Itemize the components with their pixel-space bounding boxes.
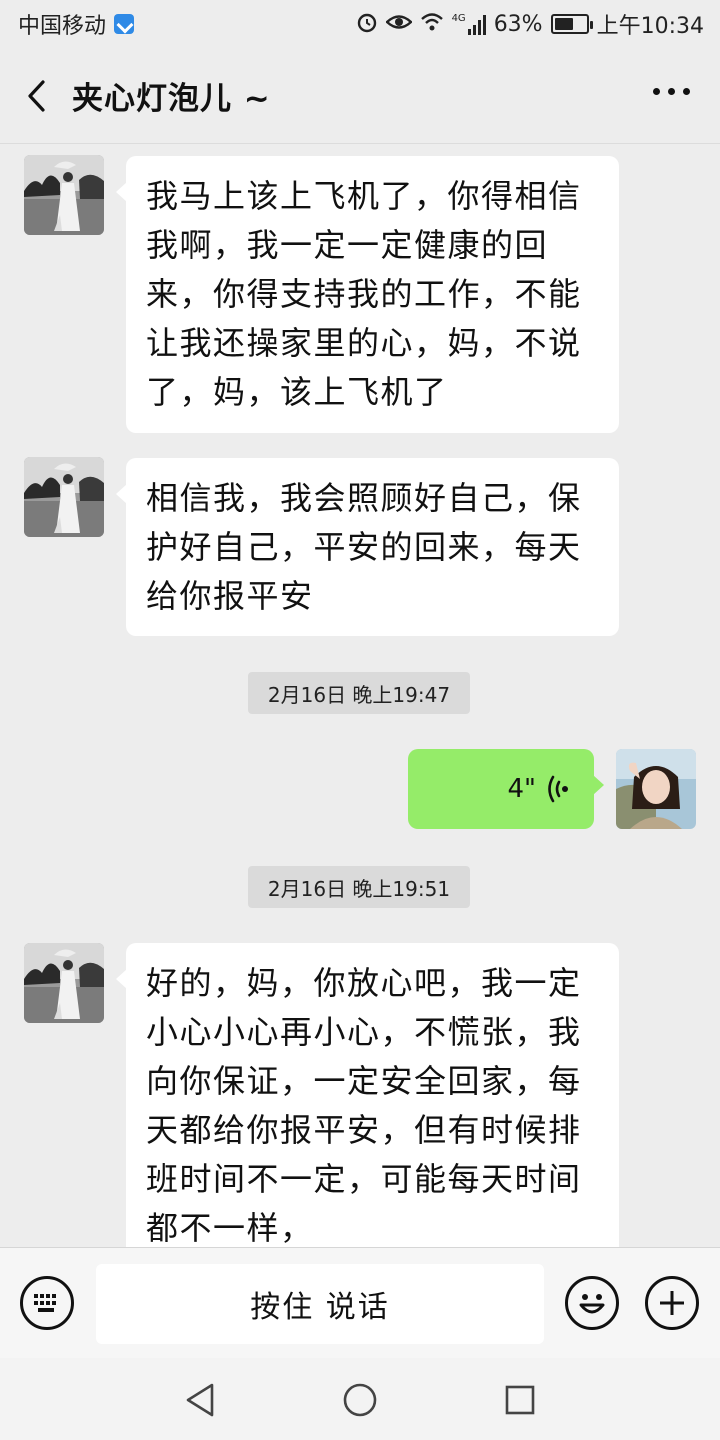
message-bubble-incoming[interactable]: 好的，妈，你放心吧，我一定小心小心再小心，不慌张，我向你保证，一定安全回家，每天…	[116, 943, 619, 1273]
hold-to-talk-button[interactable]: 按住 说话	[96, 1264, 544, 1344]
timestamp-text: 2月16日 晚上19:47	[267, 682, 451, 707]
eye-icon	[384, 11, 413, 38]
alarm-icon	[356, 11, 378, 38]
nav-recents-button[interactable]	[500, 1380, 540, 1420]
emoji-button[interactable]	[565, 1276, 619, 1330]
message-bubble-incoming[interactable]: 相信我，我会照顾好自己，保护好自己，平安的回来，每天给你报平安	[116, 458, 619, 636]
timestamp: 2月16日 晚上19:47	[248, 672, 470, 714]
smiley-icon	[579, 1294, 605, 1314]
timestamp-text: 2月16日 晚上19:51	[267, 876, 451, 901]
message-text: 好的，妈，你放心吧，我一定小心小心再小心，不慌张，我向你保证，一定安全回家，每天…	[146, 964, 582, 1247]
contact-photo	[24, 943, 104, 1023]
chat-header: 夹心灯泡儿 ~	[0, 48, 720, 144]
dot-icon	[668, 88, 675, 95]
battery-level	[554, 18, 574, 30]
voice-duration: 4"	[507, 774, 536, 804]
square-recents-icon	[505, 1385, 535, 1415]
dot-icon	[683, 88, 690, 95]
more-functions-button[interactable]	[645, 1276, 699, 1330]
timestamp: 2月16日 晚上19:51	[248, 866, 470, 908]
status-left: 中国移动	[18, 8, 135, 40]
dot-icon	[653, 88, 660, 95]
system-nav-bar	[0, 1358, 720, 1440]
circle-home-icon	[343, 1383, 377, 1417]
keyboard-toggle-button[interactable]	[20, 1276, 74, 1330]
nav-home-button[interactable]	[340, 1380, 380, 1420]
status-bar: 中国移动 4G 63% 上午10:34	[0, 0, 720, 48]
battery-icon	[550, 14, 593, 34]
chevron-left-icon	[28, 79, 45, 112]
message-bubble-incoming[interactable]: 我马上该上飞机了，你得相信我啊，我一定一定健康的回来，你得支持我的工作，不能让我…	[116, 156, 619, 433]
clock: 上午10:34	[596, 14, 704, 39]
contact-photo	[24, 155, 104, 235]
status-right: 4G 63% 上午10:34	[356, 8, 704, 40]
message-text: 相信我，我会照顾好自己，保护好自己，平安的回来，每天给你报平安	[146, 479, 582, 615]
voice-wave-icon	[548, 775, 568, 803]
input-bar: 按住 说话	[0, 1247, 720, 1358]
carrier-name: 中国移动	[18, 14, 107, 39]
network-type: 4G	[451, 13, 466, 24]
voice-message-bubble[interactable]: 4"	[408, 749, 604, 829]
chat-title: 夹心灯泡儿 ~	[72, 81, 271, 117]
contact-avatar[interactable]	[24, 155, 104, 235]
sim-badge-icon	[114, 14, 135, 34]
more-options-button[interactable]	[653, 88, 690, 95]
back-button[interactable]	[0, 48, 72, 144]
user-photo	[616, 749, 696, 829]
nav-back-button[interactable]	[180, 1380, 220, 1420]
contact-avatar[interactable]	[24, 457, 104, 537]
wifi-icon	[420, 12, 444, 37]
battery-percent: 63%	[493, 11, 543, 37]
contact-photo	[24, 457, 104, 537]
plus-icon	[660, 1291, 684, 1315]
message-text: 我马上该上飞机了，你得相信我啊，我一定一定健康的回来，你得支持我的工作，不能让我…	[146, 177, 582, 411]
contact-avatar[interactable]	[24, 943, 104, 1023]
my-avatar[interactable]	[616, 749, 696, 829]
keyboard-icon	[34, 1294, 56, 1312]
triangle-back-icon	[186, 1383, 214, 1417]
signal-icon: 4G	[452, 13, 486, 35]
